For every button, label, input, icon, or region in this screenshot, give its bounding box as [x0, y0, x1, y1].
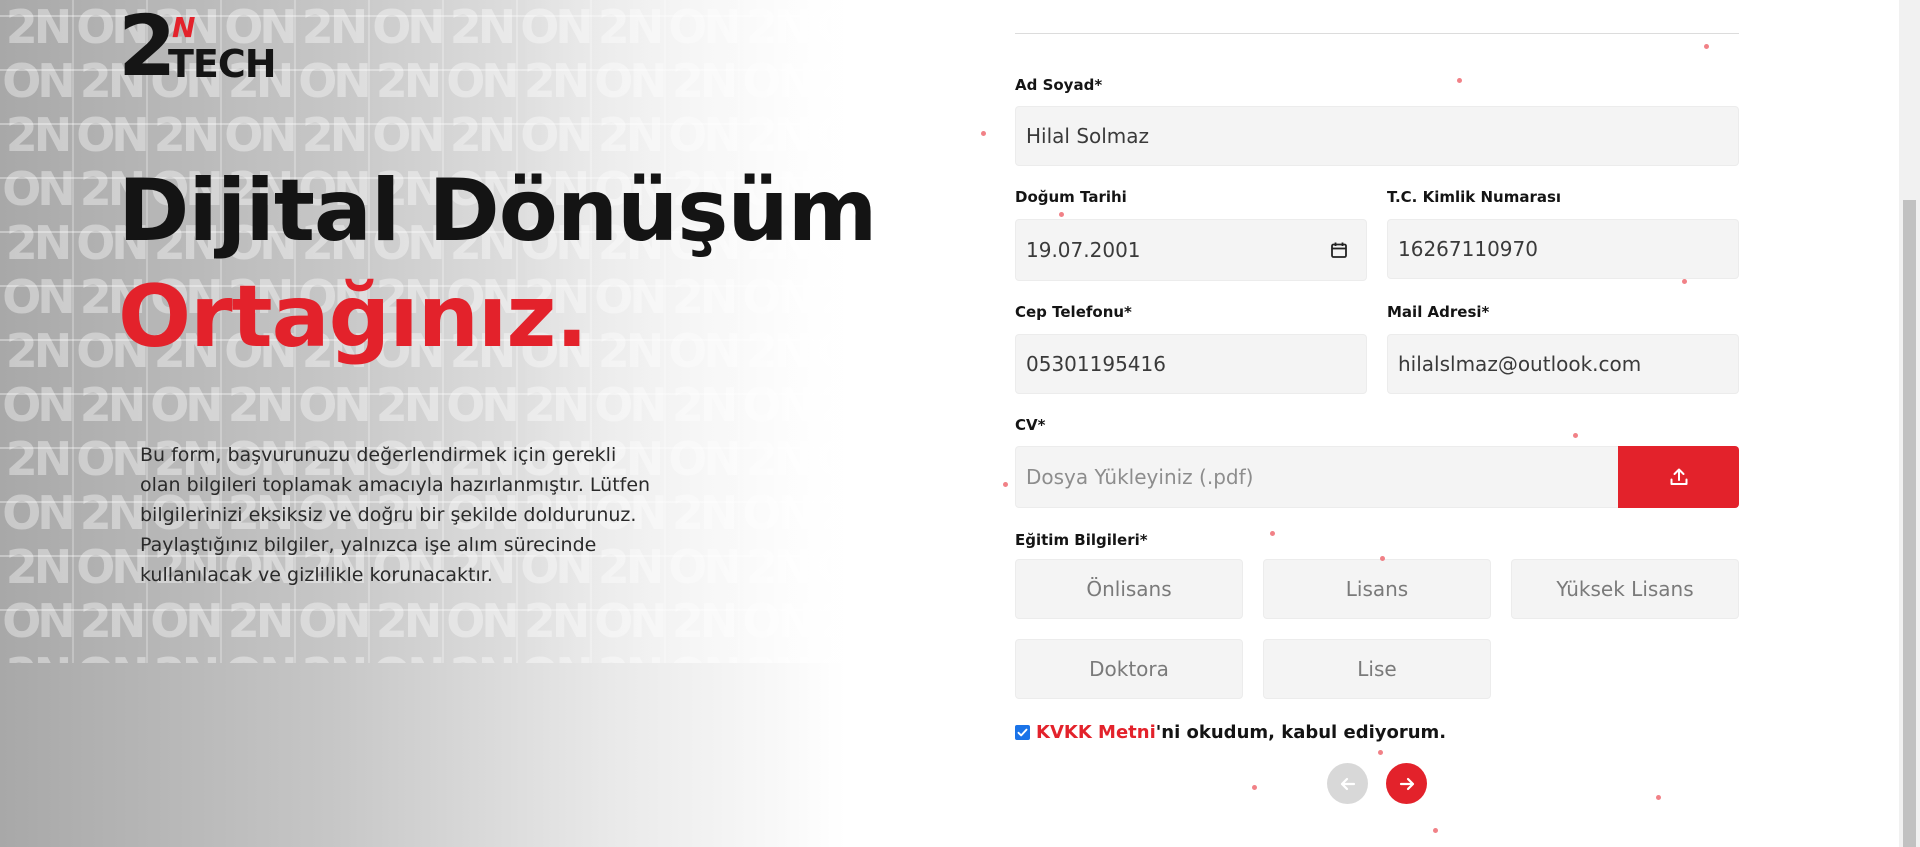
full-name-input[interactable]: Hilal Solmaz: [1015, 106, 1739, 166]
particle-dot: [1704, 44, 1709, 49]
particle-dot: [1270, 531, 1275, 536]
education-option-lise[interactable]: Lise: [1263, 639, 1491, 699]
education-option-yuksek-lisans[interactable]: Yüksek Lisans: [1511, 559, 1739, 619]
company-logo[interactable]: 2 N TECH: [118, 0, 308, 95]
calendar-icon[interactable]: [1330, 241, 1348, 259]
particle-dot: [1457, 78, 1462, 83]
kvkk-suffix: 'ni okudum, kabul ediyorum.: [1155, 722, 1447, 743]
cv-placeholder: Dosya Yükleyiniz (.pdf): [1026, 465, 1254, 489]
particle-dot: [1378, 750, 1383, 755]
headline-line-1: Dijital Dönüşüm: [118, 161, 877, 261]
particle-dot: [981, 131, 986, 136]
particle-dot: [1003, 482, 1008, 487]
birth-date-input[interactable]: 19.07.2001: [1015, 219, 1367, 281]
particle-dot: [1059, 212, 1064, 217]
email-input[interactable]: hilalslmaz@outlook.com: [1387, 334, 1739, 394]
application-form: Ad Soyad* Hilal Solmaz Doğum Tarihi 19.0…: [1015, 0, 1739, 847]
arrow-right-icon: [1399, 777, 1414, 790]
phone-value: 05301195416: [1026, 352, 1166, 376]
particle-dot: [1682, 279, 1687, 284]
kvkk-checkbox[interactable]: [1015, 725, 1030, 740]
kvkk-consent: KVKK Metni'ni okudum, kabul ediyorum.: [1015, 722, 1446, 743]
logo-word: TECH: [168, 42, 277, 86]
particle-dot: [1380, 556, 1385, 561]
full-name-label: Ad Soyad*: [1015, 76, 1103, 94]
phone-input[interactable]: 05301195416: [1015, 334, 1367, 394]
full-name-value: Hilal Solmaz: [1026, 124, 1150, 148]
hero-panel: 2NON2NON2NON2NON2NON2NON2NON2NON2NON2NON…: [0, 0, 940, 847]
logo-number: 2: [118, 0, 176, 95]
kvkk-link[interactable]: KVKK Metni: [1036, 722, 1156, 743]
logo-n-mark: N: [172, 11, 195, 44]
particle-dot: [1656, 795, 1661, 800]
phone-label: Cep Telefonu*: [1015, 303, 1132, 321]
education-option-doktora[interactable]: Doktora: [1015, 639, 1243, 699]
particle-dot: [1433, 828, 1438, 833]
education-label: Eğitim Bilgileri*: [1015, 531, 1148, 549]
cv-file-input[interactable]: Dosya Yükleyiniz (.pdf): [1015, 446, 1619, 508]
next-step-button[interactable]: [1386, 763, 1427, 804]
cv-label: CV*: [1015, 416, 1046, 434]
tc-id-input[interactable]: 16267110970: [1387, 219, 1739, 279]
tc-id-label: T.C. Kimlik Numarası: [1387, 188, 1562, 206]
birth-date-label: Doğum Tarihi: [1015, 188, 1127, 206]
form-divider: [1015, 33, 1739, 34]
upload-icon: [1670, 468, 1687, 485]
cv-upload-button[interactable]: [1618, 446, 1739, 508]
education-option-onlisans[interactable]: Önlisans: [1015, 559, 1243, 619]
particle-dot: [1573, 433, 1578, 438]
arrow-left-icon: [1340, 777, 1355, 790]
hero-headline: Dijital Dönüşüm Ortağınız.: [118, 158, 877, 370]
page-scrollbar-thumb[interactable]: [1903, 200, 1916, 847]
email-label: Mail Adresi*: [1387, 303, 1490, 321]
birth-date-value: 19.07.2001: [1026, 238, 1141, 262]
headline-line-2: Ortağınız.: [118, 267, 588, 367]
hero-intro-text: Bu form, başvurunuzu değerlendirmek için…: [140, 444, 651, 586]
tc-id-value: 16267110970: [1398, 237, 1538, 261]
education-option-lisans[interactable]: Lisans: [1263, 559, 1491, 619]
particle-dot: [1252, 785, 1257, 790]
email-value: hilalslmaz@outlook.com: [1398, 352, 1642, 376]
previous-step-button[interactable]: [1327, 763, 1368, 804]
check-icon: [1017, 728, 1028, 737]
